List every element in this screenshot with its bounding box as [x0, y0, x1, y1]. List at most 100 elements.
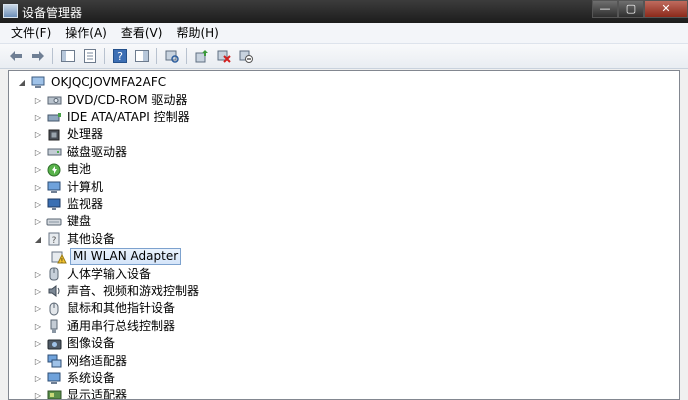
expand-arrow-icon[interactable]: ▷: [33, 130, 43, 140]
uninstall-icon: [217, 50, 231, 63]
tree-category-node[interactable]: ▷ 网络适配器: [33, 353, 129, 370]
tree-node-label: 其他设备: [67, 231, 116, 246]
display-adapter-icon: [46, 388, 62, 399]
expand-arrow-icon[interactable]: ▷: [33, 339, 43, 349]
update-driver-button[interactable]: [192, 47, 211, 66]
mouse-icon: [46, 301, 62, 317]
expand-arrow-icon[interactable]: ▷: [33, 112, 43, 122]
optical-drive-icon: [46, 92, 62, 108]
unknown-device-icon: ?: [46, 231, 62, 247]
computer-icon: [46, 179, 62, 195]
toolbar-separator: [186, 48, 187, 64]
collapse-arrow-icon[interactable]: ◢: [17, 78, 27, 88]
svg-text:?: ?: [52, 236, 57, 246]
tree-category-node[interactable]: ▷ 电池: [33, 161, 93, 178]
tree-category-node[interactable]: ▷ 键盘: [33, 213, 93, 230]
ide-controller-icon: [46, 109, 62, 125]
tree-category-node[interactable]: ▷ 人体学输入设备: [33, 266, 153, 283]
tree-node-label: 磁盘驱动器: [67, 144, 128, 159]
camera-icon: [46, 336, 62, 352]
forward-arrow-icon: [31, 51, 44, 61]
tree-node-label: 图像设备: [67, 336, 116, 351]
expand-arrow-icon[interactable]: ▷: [33, 165, 43, 175]
expand-arrow-icon[interactable]: ▷: [33, 182, 43, 192]
tree-child-node[interactable]: ! MI WLAN Adapter: [51, 248, 182, 266]
expand-arrow-icon[interactable]: ▷: [33, 286, 43, 296]
scan-hardware-button[interactable]: [162, 47, 181, 66]
monitor-icon: [46, 196, 62, 212]
back-button[interactable]: [6, 47, 25, 66]
svg-text:?: ?: [117, 50, 123, 63]
show-hide-tree-button[interactable]: [58, 47, 77, 66]
maximize-button[interactable]: ▢: [618, 0, 644, 18]
disable-device-icon: [239, 50, 253, 63]
tree-category-node[interactable]: ▷ 通用串行总线控制器: [33, 318, 177, 335]
uninstall-button[interactable]: [214, 47, 233, 66]
tree-category-node[interactable]: ▷ 计算机: [33, 179, 105, 196]
collapse-arrow-icon[interactable]: ◢: [33, 234, 43, 244]
network-adapter-icon: [46, 353, 62, 369]
battery-icon: [46, 162, 62, 178]
properties-button[interactable]: [80, 47, 99, 66]
minimize-button[interactable]: —: [592, 0, 618, 18]
menu-file[interactable]: 文件(F): [4, 24, 58, 43]
tree-category-node[interactable]: ▷ 显示适配器: [33, 387, 129, 400]
toolbar-separator: [104, 48, 105, 64]
menu-help[interactable]: 帮助(H): [169, 24, 225, 43]
tree-node-label: 监视器: [67, 196, 104, 211]
tree-category-node[interactable]: ▷ 鼠标和其他指针设备: [33, 300, 177, 317]
tree-node-label: 通用串行总线控制器: [67, 318, 176, 333]
toolbar-separator: [156, 48, 157, 64]
expand-arrow-icon[interactable]: ▷: [33, 356, 43, 366]
expand-arrow-icon[interactable]: ▷: [33, 147, 43, 157]
tree-node-label: 网络适配器: [67, 353, 128, 368]
tree-root-label: OKJQCJOVMFA2AFC: [51, 75, 167, 89]
console-button[interactable]: [132, 47, 151, 66]
tree-category-node[interactable]: ◢? 其他设备: [33, 231, 117, 248]
help-icon: ?: [112, 49, 127, 63]
window-title: 设备管理器: [22, 6, 83, 20]
tree-category-node[interactable]: ▷ 监视器: [33, 196, 105, 213]
computer-root-icon: [30, 75, 46, 91]
expand-arrow-icon[interactable]: ▷: [33, 199, 43, 209]
tree-root-node[interactable]: ◢ OKJQCJOVMFA2AFC: [17, 74, 168, 91]
toolbar-separator: [52, 48, 53, 64]
tree-node-label: 声音、视频和游戏控制器: [67, 283, 200, 298]
console-icon: [134, 50, 149, 62]
properties-icon: [83, 49, 96, 63]
tree-category-node[interactable]: ▷ 处理器: [33, 126, 105, 143]
hid-icon: [46, 266, 62, 282]
expand-arrow-icon[interactable]: ▷: [33, 304, 43, 314]
expand-arrow-icon[interactable]: ▷: [33, 95, 43, 105]
tree-node-label: 电池: [67, 162, 92, 177]
tree-category-node[interactable]: ▷ 系统设备: [33, 370, 117, 387]
tree-node-label: 显示适配器: [67, 388, 128, 400]
processor-icon: [46, 127, 62, 143]
sound-icon: [46, 283, 62, 299]
tree-node-label: MI WLAN Adapter: [70, 248, 182, 266]
expand-arrow-icon[interactable]: ▷: [33, 217, 43, 227]
forward-button[interactable]: [28, 47, 47, 66]
back-arrow-icon: [9, 51, 22, 61]
tree-category-node[interactable]: ▷ 声音、视频和游戏控制器: [33, 283, 201, 300]
disable-device-button[interactable]: [236, 47, 255, 66]
tree-node-label: 系统设备: [67, 370, 116, 385]
tree-category-node[interactable]: ▷ 图像设备: [33, 335, 117, 352]
help-button[interactable]: ?: [110, 47, 129, 66]
close-button[interactable]: ✕: [644, 0, 688, 18]
tree-category-node[interactable]: ▷ IDE ATA/ATAPI 控制器: [33, 109, 192, 126]
expand-arrow-icon[interactable]: ▷: [33, 391, 43, 399]
window-controls: — ▢ ✕: [592, 0, 688, 18]
menu-action[interactable]: 操作(A): [58, 24, 114, 43]
expand-arrow-icon[interactable]: ▷: [33, 321, 43, 331]
expand-arrow-icon[interactable]: ▷: [33, 269, 43, 279]
expand-arrow-icon[interactable]: ▷: [33, 373, 43, 383]
disk-drive-icon: [46, 144, 62, 160]
tree-node-label: 人体学输入设备: [67, 266, 152, 281]
device-manager-window: 设备管理器 — ▢ ✕ 文件(F) 操作(A) 查看(V) 帮助(H) ? ◢ …: [0, 0, 688, 400]
menu-view[interactable]: 查看(V): [114, 24, 170, 43]
tree-category-node[interactable]: ▷ 磁盘驱动器: [33, 144, 129, 161]
tree-category-node[interactable]: ▷ DVD/CD-ROM 驱动器: [33, 92, 189, 109]
tree-node-label: 处理器: [67, 127, 104, 142]
title-bar: 设备管理器 — ▢ ✕: [0, 0, 688, 23]
